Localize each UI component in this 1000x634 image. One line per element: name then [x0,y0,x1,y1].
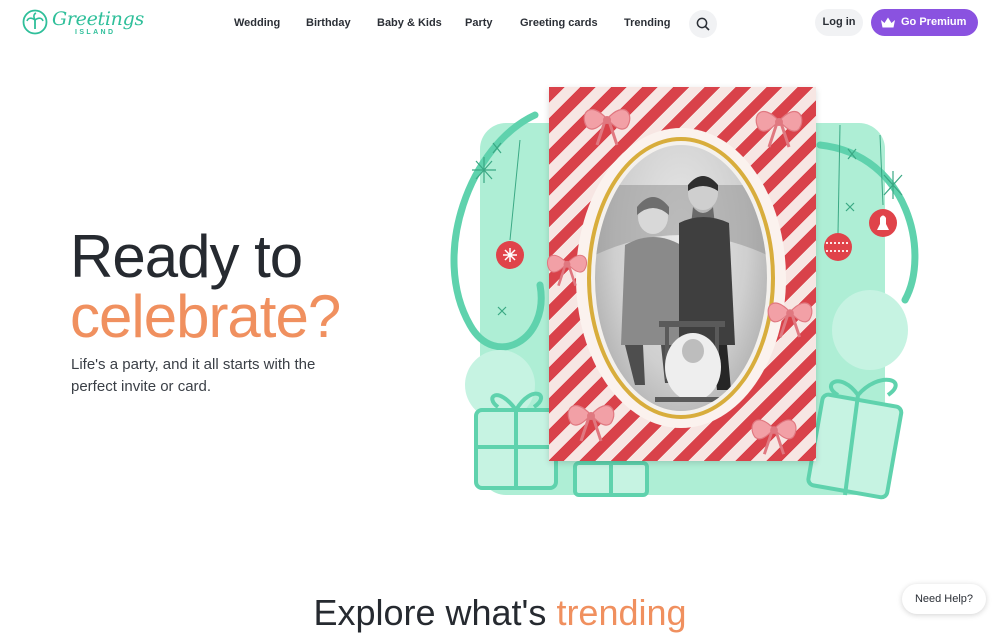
bow-top-right-icon [755,110,803,148]
bow-right-icon [767,302,813,338]
bow-left-icon [546,254,588,287]
search-icon [696,17,710,31]
holiday-card-preview[interactable] [546,87,816,461]
ornament-right-icon [824,233,852,261]
hero-subtitle: Life's a party, and it all starts with t… [71,356,316,395]
nav-birthday[interactable]: Birthday [306,17,351,29]
bow-top-left-icon [583,108,631,146]
hero-title-line1: Ready to [70,223,303,290]
gift-box-bottom-icon [573,461,649,497]
go-premium-button[interactable]: Go Premium [871,9,978,36]
search-button[interactable] [689,10,717,38]
nav-party[interactable]: Party [465,17,493,29]
trending-section-title: Explore what's trending [0,592,1000,634]
trending-title-accent: trending [556,592,687,633]
hero-illustration [440,85,920,505]
nav-wedding[interactable]: Wedding [234,17,280,29]
site-header: Greetings ISLAND Wedding Birthday Baby &… [0,0,1000,48]
brand-subname: ISLAND [75,29,116,36]
login-button[interactable]: Log in [815,9,863,36]
gift-box-right-icon [806,377,904,500]
nav-trending[interactable]: Trending [624,17,670,29]
bell-ornament-icon [869,209,897,237]
palm-logo-icon [22,9,48,35]
ornament-left-icon [496,241,524,269]
family-photo-image [595,176,767,402]
brand-logo[interactable]: Greetings ISLAND [22,8,144,38]
nav-baby-kids[interactable]: Baby & Kids [377,17,442,29]
family-photo [595,145,767,411]
brand-name: Greetings [52,8,144,30]
crown-icon [881,17,895,28]
need-help-button[interactable]: Need Help? [902,584,986,614]
trending-title-main: Explore what's [313,592,547,633]
go-premium-label: Go Premium [901,16,967,28]
bow-bottom-left-icon [567,404,615,442]
bow-bottom-right-icon [751,419,797,455]
nav-greeting-cards[interactable]: Greeting cards [520,17,598,29]
hero-title-line2: celebrate? [70,283,341,350]
